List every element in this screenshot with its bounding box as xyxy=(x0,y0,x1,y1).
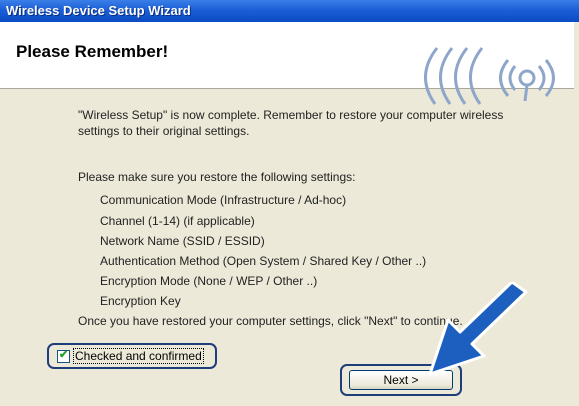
confirm-checkbox[interactable]: ✔ xyxy=(57,349,70,363)
confirm-checkbox-highlight: ✔ Checked and confirmed xyxy=(47,343,217,369)
window-edge xyxy=(574,22,579,406)
setting-item: Encryption Mode (None / WEP / Other ..) xyxy=(100,274,318,288)
check-mark-icon: ✔ xyxy=(59,349,69,361)
intro-line-2: settings to their original settings. xyxy=(78,124,250,138)
setting-item: Communication Mode (Infrastructure / Ad-… xyxy=(100,193,347,207)
page-title: Please Remember! xyxy=(16,42,169,61)
setting-item: Channel (1-14) (if applicable) xyxy=(100,214,255,228)
intro-line-1: "Wireless Setup" is now complete. Rememb… xyxy=(78,108,504,122)
confirm-checkbox-label[interactable]: Checked and confirmed xyxy=(73,348,204,364)
annotation-arrow-icon xyxy=(428,282,528,376)
window-title: Wireless Device Setup Wizard xyxy=(6,3,191,18)
setting-item: Encryption Key xyxy=(100,294,181,308)
title-bar[interactable]: Wireless Device Setup Wizard xyxy=(0,0,579,22)
setting-item: Authentication Method (Open System / Sha… xyxy=(100,254,427,268)
wizard-header: Please Remember! xyxy=(0,22,579,105)
setting-item: Network Name (SSID / ESSID) xyxy=(100,234,265,248)
settings-list-intro: Please make sure you restore the followi… xyxy=(78,170,356,184)
wireless-banner-icon xyxy=(424,47,555,105)
outro-text: Once you have restored your computer set… xyxy=(78,314,463,328)
wizard-window: Wireless Device Setup Wizard Please Reme… xyxy=(0,0,579,406)
